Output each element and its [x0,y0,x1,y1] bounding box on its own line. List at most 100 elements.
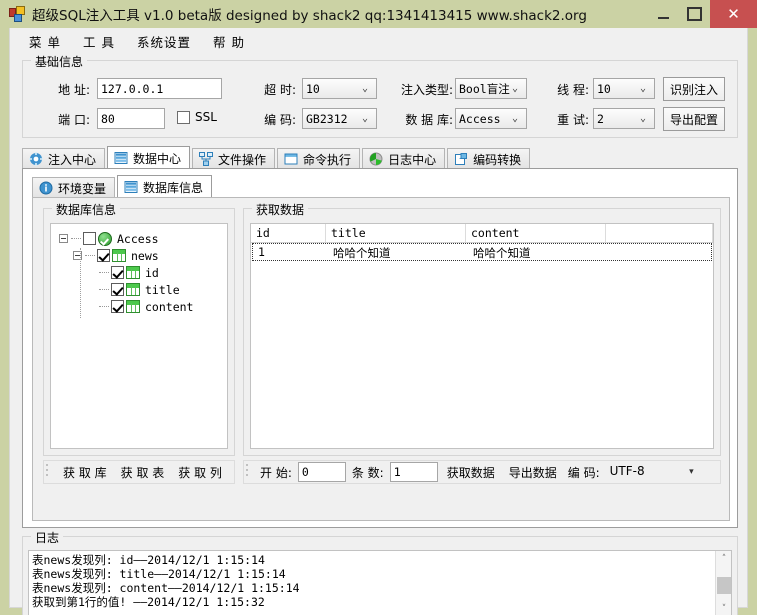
get-columns-button[interactable]: 获 取 列 [171,462,229,483]
grid-header-id[interactable]: id [251,224,326,242]
port-input[interactable]: 80 [97,108,165,129]
sub-tab-environment-variables[interactable]: 环境变量 [32,177,116,198]
inject-type-combo[interactable]: Bool盲注 ⌄ [455,78,527,99]
database-value: Access [459,112,501,126]
retry-label: 重 试: [557,113,589,127]
tree-checkbox[interactable] [111,300,124,313]
count-input[interactable]: 1 [389,462,438,482]
toolbar-encoding-combo[interactable]: UTF-8 ▾ [605,462,698,482]
thread-combo[interactable]: 10 ⌄ [593,78,655,99]
convert-icon [454,152,468,166]
menu-item-help[interactable]: 帮 助 [202,29,256,54]
data-center-page: 环境变量 数据库信息 数据库信息 Access news id title co… [22,168,738,528]
grid-header-filler [606,224,713,242]
maximize-button[interactable] [679,0,710,28]
chevron-down-icon: ▾ [689,466,694,477]
db-ok-icon [98,231,112,246]
pie-clock-icon [369,152,383,166]
log-scrollbar[interactable]: ˄ ˅ [715,551,731,615]
database-info-group: 数据库信息 Access news id title content [43,201,235,456]
tree-node-label: title [145,282,180,297]
log-group: 日志 表news发现列: id——2014/12/1 1:15:14 表news… [22,529,738,615]
chevron-down-icon: ⌄ [511,82,519,94]
log-line: 获取到第1行的值! ——2014/12/1 1:15:32 [32,595,265,609]
expander-icon[interactable] [59,234,68,243]
chevron-down-icon: ⌄ [639,112,647,124]
toolbar-grip[interactable] [246,464,253,480]
toolbar-grip[interactable] [46,464,53,480]
column-icon [126,300,140,313]
menu-item-menu[interactable]: 菜 单 [18,29,72,54]
tab-label: 数据中心 [133,151,182,166]
database-info-title: 数据库信息 [52,201,121,218]
scrollbar-thumb[interactable] [717,577,731,594]
tab-injection-center[interactable]: 注入中心 [22,148,106,169]
log-panel[interactable]: 表news发现列: id——2014/12/1 1:15:14 表news发现列… [28,550,732,615]
menu-item-settings[interactable]: 系统设置 [126,29,202,54]
ssl-checkbox[interactable]: SSL [177,110,217,124]
toolbar-encoding-value: UTF-8 [609,464,645,478]
database-label: 数 据 库: [405,113,453,127]
tree-connector [85,255,95,256]
scroll-down-icon[interactable]: ˅ [716,601,731,615]
database-tree[interactable]: Access news id title content [50,223,228,449]
address-input[interactable]: 127.0.0.1 [97,78,222,99]
grid-cell-filler [608,244,711,260]
data-grid[interactable]: id title content 1 哈哈个知道 哈哈个知道 [250,223,714,449]
detect-injection-button[interactable]: 识别注入 [663,77,725,101]
grid-header-content[interactable]: content [466,224,606,242]
tree-checkbox[interactable] [97,249,110,262]
log-line: 表news发现列: content——2014/12/1 1:15:14 [32,581,300,595]
tree-checkbox[interactable] [83,232,96,245]
inject-type-value: Bool盲注 [459,82,510,96]
tab-log-center[interactable]: 日志中心 [362,148,446,169]
log-line: 表news发现列: title——2014/12/1 1:15:14 [32,567,286,581]
main-tab-strip: 注入中心 数据中心 文件操作 命令执行 日志中心 编码转换 [22,146,738,169]
log-title: 日志 [31,529,64,546]
address-label: 地 址: [58,83,90,97]
start-label: 开 始: [260,465,292,480]
export-config-button[interactable]: 导出配置 [663,107,725,131]
fetch-data-button[interactable]: 获取数据 [440,462,502,483]
basic-info-title: 基础信息 [31,53,88,70]
tab-file-operations[interactable]: 文件操作 [192,148,276,169]
tree-node-label: content [145,299,194,314]
grid-header-row: id title content [251,224,713,243]
client-area: 菜 单 工 具 系统设置 帮 助 基础信息 地 址: 127.0.0.1 超 时… [9,28,748,615]
get-tables-button[interactable]: 获 取 表 [114,462,172,483]
tab-label: 日志中心 [388,152,437,167]
export-data-button[interactable]: 导出数据 [502,462,564,483]
sub-tab-database-info[interactable]: 数据库信息 [117,175,213,198]
log-lines: 表news发现列: id——2014/12/1 1:15:14 表news发现列… [29,551,715,615]
encoding-combo[interactable]: GB2312 ⌄ [302,108,377,129]
tree-node-database[interactable]: Access [55,230,223,247]
grid-cell-title: 哈哈个知道 [333,246,391,260]
start-input[interactable]: 0 [297,462,346,482]
grid-header-title[interactable]: title [326,224,466,242]
encoding-value: GB2312 [306,112,348,126]
toolbar-encoding-label: 编 码: [567,465,600,480]
timeout-combo[interactable]: 10 ⌄ [302,78,377,99]
data-toolbar: 开 始: 0 条 数: 1 获取数据 导出数据 编 码: UTF-8 ▾ [243,460,721,484]
tab-label: 编码转换 [473,152,522,167]
basic-info-group: 基础信息 地 址: 127.0.0.1 超 时: 10 ⌄ 注入类型: Bool… [22,53,738,138]
scroll-up-icon[interactable]: ˄ [716,551,731,567]
minimize-button[interactable] [648,0,679,28]
table-row[interactable]: 1 哈哈个知道 哈哈个知道 [252,243,712,261]
timeout-value: 10 [306,82,320,96]
window-title: 超级SQL注入工具 v1.0 beta版 designed by shack2 … [32,8,587,24]
database-icon [124,180,138,194]
tab-encoding-conversion[interactable]: 编码转换 [447,148,531,169]
tree-checkbox[interactable] [111,266,124,279]
retry-combo[interactable]: 2 ⌄ [593,108,655,129]
menu-item-tools[interactable]: 工 具 [72,29,126,54]
thread-label: 线 程: [557,83,589,97]
tree-connector [71,238,81,239]
database-combo[interactable]: Access ⌄ [455,108,527,129]
get-databases-button[interactable]: 获 取 库 [56,462,114,483]
tree-checkbox[interactable] [111,283,124,296]
close-button[interactable]: ✕ [710,0,757,28]
tab-command-execution[interactable]: 命令执行 [277,148,361,169]
tab-data-center[interactable]: 数据中心 [107,146,191,169]
chevron-down-icon: ⌄ [361,82,369,94]
